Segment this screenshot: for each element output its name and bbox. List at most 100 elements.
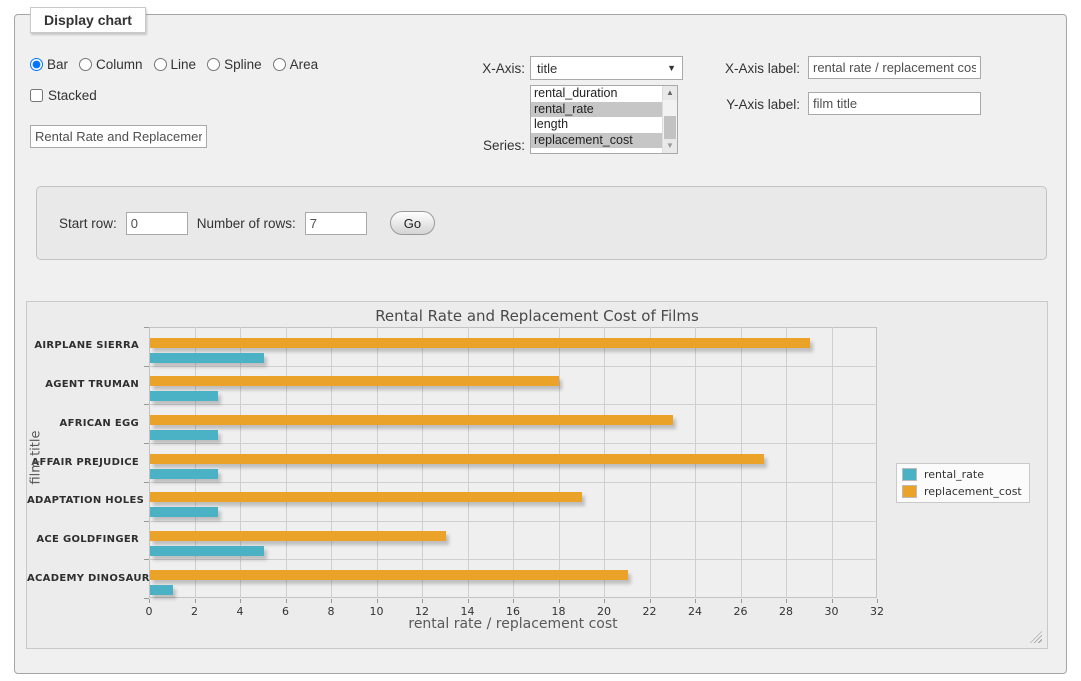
chart-type-radiogroup: Bar Column Line Spline Area (30, 57, 318, 72)
bar-rental_rate (150, 353, 264, 363)
resize-handle-icon[interactable] (1030, 631, 1042, 643)
scroll-down-icon[interactable]: ▼ (663, 139, 677, 153)
panel-title: Display chart (30, 7, 146, 33)
radio-label: Line (171, 57, 197, 72)
category-label: AIRPLANE SIERRA (27, 340, 139, 351)
y-tick (144, 559, 149, 560)
scrollbar-thumb[interactable] (664, 116, 676, 140)
x-tick (331, 599, 332, 603)
bar-rental_rate (150, 430, 218, 440)
x-axis-selected-value: title (537, 61, 667, 76)
radio-label: Spline (224, 57, 262, 72)
x-tick (468, 599, 469, 603)
chart-title: Rental Rate and Replacement Cost of Film… (27, 307, 1047, 325)
series-listbox-label: Series: (430, 138, 525, 153)
chart-type-spline[interactable]: Spline (207, 57, 262, 72)
x-tick (149, 599, 150, 603)
bar-replacement_cost (150, 570, 628, 580)
chart-container: Rental Rate and Replacement Cost of Film… (26, 301, 1048, 649)
gridline (149, 366, 877, 367)
x-tick (422, 599, 423, 603)
x-tick (741, 599, 742, 603)
bar-rental_rate (150, 469, 218, 479)
category-label: ADAPTATION HOLES (27, 495, 139, 506)
y-tick (144, 598, 149, 599)
chart-type-bar[interactable]: Bar (30, 57, 68, 72)
num-rows-label: Number of rows: (197, 216, 296, 231)
x-tick (604, 599, 605, 603)
category-label: AFRICAN EGG (27, 418, 139, 429)
series-listbox[interactable]: rental_durationrental_ratelengthreplacem… (530, 85, 678, 154)
x-tick (240, 599, 241, 603)
series-option-length[interactable]: length (531, 117, 677, 133)
start-row-label: Start row: (59, 216, 117, 231)
gridline (149, 443, 877, 444)
scroll-up-icon[interactable]: ▲ (663, 86, 677, 100)
y-axis-title: film title (29, 403, 44, 513)
legend-label: replacement_cost (924, 485, 1022, 498)
chevron-down-icon: ▼ (667, 63, 676, 73)
x-tick (195, 599, 196, 603)
bar-replacement_cost (150, 415, 673, 425)
x-axis-select-label: X-Axis: (430, 61, 525, 76)
start-row-input[interactable] (126, 212, 188, 235)
series-option-rental_rate[interactable]: rental_rate (531, 102, 677, 118)
x-tick (877, 599, 878, 603)
series-options: rental_durationrental_ratelengthreplacem… (531, 86, 677, 148)
bar-rental_rate (150, 585, 173, 595)
radio-line[interactable] (154, 58, 167, 71)
category-label: ACE GOLDFINGER (27, 534, 139, 545)
radio-label: Column (96, 57, 143, 72)
stacked-label: Stacked (48, 88, 97, 103)
chart-title-input[interactable] (30, 125, 207, 148)
listbox-scrollbar[interactable]: ▲ ▼ (662, 86, 677, 153)
x-axis-title: rental rate / replacement cost (149, 616, 877, 632)
y-axis-label-input[interactable] (808, 92, 981, 115)
legend-swatch-rental_rate (902, 468, 917, 481)
chart-type-line[interactable]: Line (154, 57, 197, 72)
x-axis-select[interactable]: title ▼ (530, 56, 683, 80)
y-tick (144, 443, 149, 444)
stacked-checkbox-row[interactable]: Stacked (30, 88, 97, 103)
x-tick (513, 599, 514, 603)
gridline (149, 404, 877, 405)
chart-legend: rental_rate replacement_cost (896, 463, 1030, 503)
radio-bar[interactable] (30, 58, 43, 71)
y-tick (144, 404, 149, 405)
series-option-rental_duration[interactable]: rental_duration (531, 86, 677, 102)
bar-rental_rate (150, 391, 218, 401)
bar-replacement_cost (150, 454, 764, 464)
x-tick (832, 599, 833, 603)
gridline (786, 327, 787, 598)
radio-column[interactable] (79, 58, 92, 71)
radio-label: Area (290, 57, 319, 72)
stacked-checkbox[interactable] (30, 89, 43, 102)
x-tick (650, 599, 651, 603)
num-rows-input[interactable] (305, 212, 367, 235)
series-option-replacement_cost[interactable]: replacement_cost (531, 133, 677, 149)
gridline (149, 482, 877, 483)
rows-panel: Start row: Number of rows: Go (36, 186, 1047, 260)
category-label: ACADEMY DINOSAUR (27, 573, 139, 584)
chart-type-area[interactable]: Area (273, 57, 319, 72)
radio-spline[interactable] (207, 58, 220, 71)
y-tick (144, 521, 149, 522)
legend-row: replacement_cost (902, 485, 1022, 498)
x-axis-label-input[interactable] (808, 56, 981, 79)
y-tick (144, 366, 149, 367)
page: Display chart Bar Column Line Spline Area St… (0, 0, 1081, 681)
legend-label: rental_rate (924, 468, 984, 481)
bar-replacement_cost (150, 531, 446, 541)
radio-area[interactable] (273, 58, 286, 71)
gridline (149, 521, 877, 522)
go-button[interactable]: Go (390, 211, 435, 235)
y-tick (144, 482, 149, 483)
chart-type-column[interactable]: Column (79, 57, 143, 72)
gridline (832, 327, 833, 598)
gridline (149, 559, 877, 560)
x-tick (559, 599, 560, 603)
bar-replacement_cost (150, 492, 582, 502)
x-tick (377, 599, 378, 603)
bar-replacement_cost (150, 376, 559, 386)
radio-label: Bar (47, 57, 68, 72)
